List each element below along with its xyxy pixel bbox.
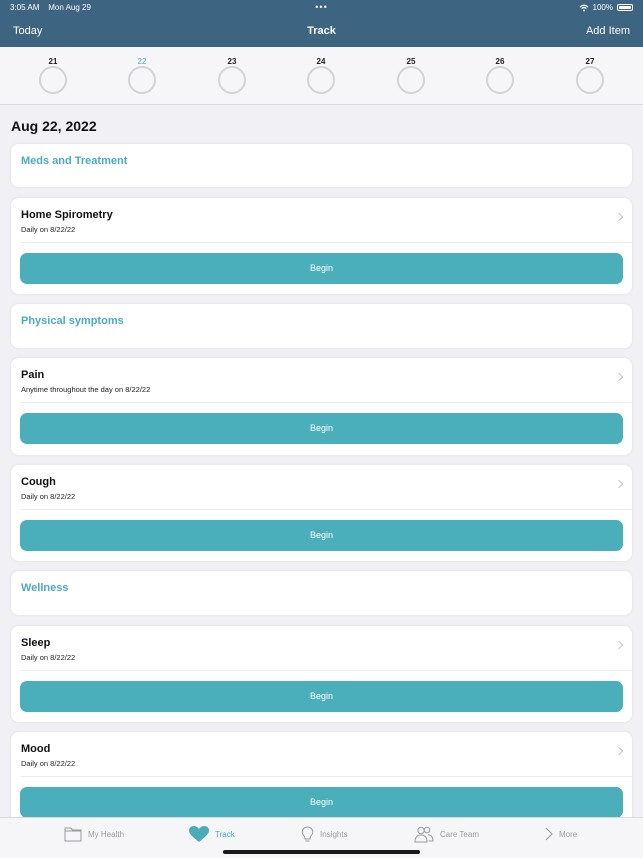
begin-button[interactable]: Begin <box>20 681 623 712</box>
day-number: 24 <box>316 57 326 66</box>
tab-more[interactable]: More <box>545 826 577 842</box>
track-item-cough: Cough Daily on 8/22/22 Begin <box>11 465 632 561</box>
tab-label: My Health <box>88 829 125 839</box>
calendar-day-25[interactable]: 25 <box>396 57 426 94</box>
day-progress-ring <box>128 66 156 94</box>
day-number: 25 <box>406 57 416 66</box>
chevron-right-icon[interactable] <box>614 212 624 222</box>
item-schedule: Daily on 8/22/22 <box>21 759 76 768</box>
folder-icon <box>64 827 82 842</box>
day-progress-ring <box>397 66 425 94</box>
divider <box>21 509 632 510</box>
item-title[interactable]: Pain <box>21 369 44 381</box>
tab-label: More <box>559 829 578 839</box>
begin-button[interactable]: Begin <box>20 413 623 444</box>
date-heading: Aug 22, 2022 <box>11 118 97 134</box>
divider <box>21 402 632 403</box>
day-progress-ring <box>218 66 246 94</box>
multitasking-dots-icon[interactable]: ••• <box>315 3 327 12</box>
battery-percent: 100% <box>592 3 613 12</box>
status-time: 3:05 AM Mon Aug 29 <box>10 3 91 12</box>
item-schedule: Daily on 8/22/22 <box>21 653 76 662</box>
day-number: 23 <box>227 57 237 66</box>
day-progress-ring <box>576 66 604 94</box>
add-item-button[interactable]: Add Item <box>586 25 630 37</box>
tab-my-health[interactable]: My Health <box>64 826 124 842</box>
tab-insights[interactable]: Insights <box>301 825 348 842</box>
tab-care-team[interactable]: Care Team <box>414 826 479 842</box>
chevron-right-icon[interactable] <box>614 746 624 756</box>
item-title[interactable]: Cough <box>21 476 56 488</box>
day-progress-ring <box>39 66 67 94</box>
track-item-mood: Mood Daily on 8/22/22 Begin <box>11 732 632 828</box>
section-header-wellness: Wellness <box>11 571 632 615</box>
tab-label: Track <box>215 829 235 839</box>
calendar-day-24[interactable]: 24 <box>306 57 336 94</box>
section-title: Meds and Treatment <box>21 155 128 167</box>
calendar-strip: 21 22 23 24 25 26 27 <box>0 47 643 105</box>
item-schedule: Anytime throughout the day on 8/22/22 <box>21 385 151 394</box>
lightbulb-icon <box>301 825 314 841</box>
section-title: Wellness <box>21 582 69 594</box>
chevron-right-icon[interactable] <box>614 372 624 382</box>
tab-track[interactable]: Track <box>189 825 235 842</box>
status-right: 100% <box>579 3 633 12</box>
calendar-day-23[interactable]: 23 <box>217 57 247 94</box>
chevron-right-icon <box>545 827 553 841</box>
day-number: 27 <box>585 57 595 66</box>
calendar-day-22[interactable]: 22 <box>127 57 157 94</box>
track-item-pain: Pain Anytime throughout the day on 8/22/… <box>11 358 632 455</box>
battery-icon <box>617 4 633 11</box>
day-progress-ring <box>307 66 335 94</box>
section-header-meds: Meds and Treatment <box>11 144 632 187</box>
calendar-day-27[interactable]: 27 <box>575 57 605 94</box>
day-number: 26 <box>495 57 505 66</box>
tab-label: Insights <box>320 829 348 839</box>
day-number: 22 <box>137 57 147 66</box>
day-progress-ring <box>486 66 514 94</box>
home-indicator[interactable] <box>223 850 420 854</box>
section-header-physical: Physical symptoms <box>11 304 632 348</box>
item-title[interactable]: Mood <box>21 743 50 755</box>
calendar-day-26[interactable]: 26 <box>485 57 515 94</box>
item-title[interactable]: Home Spirometry <box>21 209 113 221</box>
people-icon <box>414 826 434 842</box>
day-number: 21 <box>48 57 58 66</box>
item-schedule: Daily on 8/22/22 <box>21 492 76 501</box>
divider <box>21 776 632 777</box>
navigation-bar: 3:05 AM Mon Aug 29 ••• 100% Today Track … <box>0 0 643 47</box>
begin-button[interactable]: Begin <box>20 787 623 818</box>
track-item-home-spirometry: Home Spirometry Daily on 8/22/22 Begin <box>11 198 632 294</box>
divider <box>21 242 632 243</box>
begin-button[interactable]: Begin <box>20 253 623 284</box>
page-title: Track <box>307 25 336 37</box>
wifi-icon <box>579 4 588 11</box>
track-item-sleep: Sleep Daily on 8/22/22 Begin <box>11 626 632 722</box>
begin-button[interactable]: Begin <box>20 520 623 551</box>
chevron-right-icon[interactable] <box>614 640 624 650</box>
calendar-day-21[interactable]: 21 <box>38 57 68 94</box>
item-schedule: Daily on 8/22/22 <box>21 225 76 234</box>
section-title: Physical symptoms <box>21 315 124 327</box>
heart-icon <box>189 825 209 842</box>
tab-label: Care Team <box>440 829 479 839</box>
status-bar: 3:05 AM Mon Aug 29 ••• 100% <box>0 3 643 15</box>
item-title[interactable]: Sleep <box>21 637 50 649</box>
chevron-right-icon[interactable] <box>614 479 624 489</box>
divider <box>21 670 632 671</box>
